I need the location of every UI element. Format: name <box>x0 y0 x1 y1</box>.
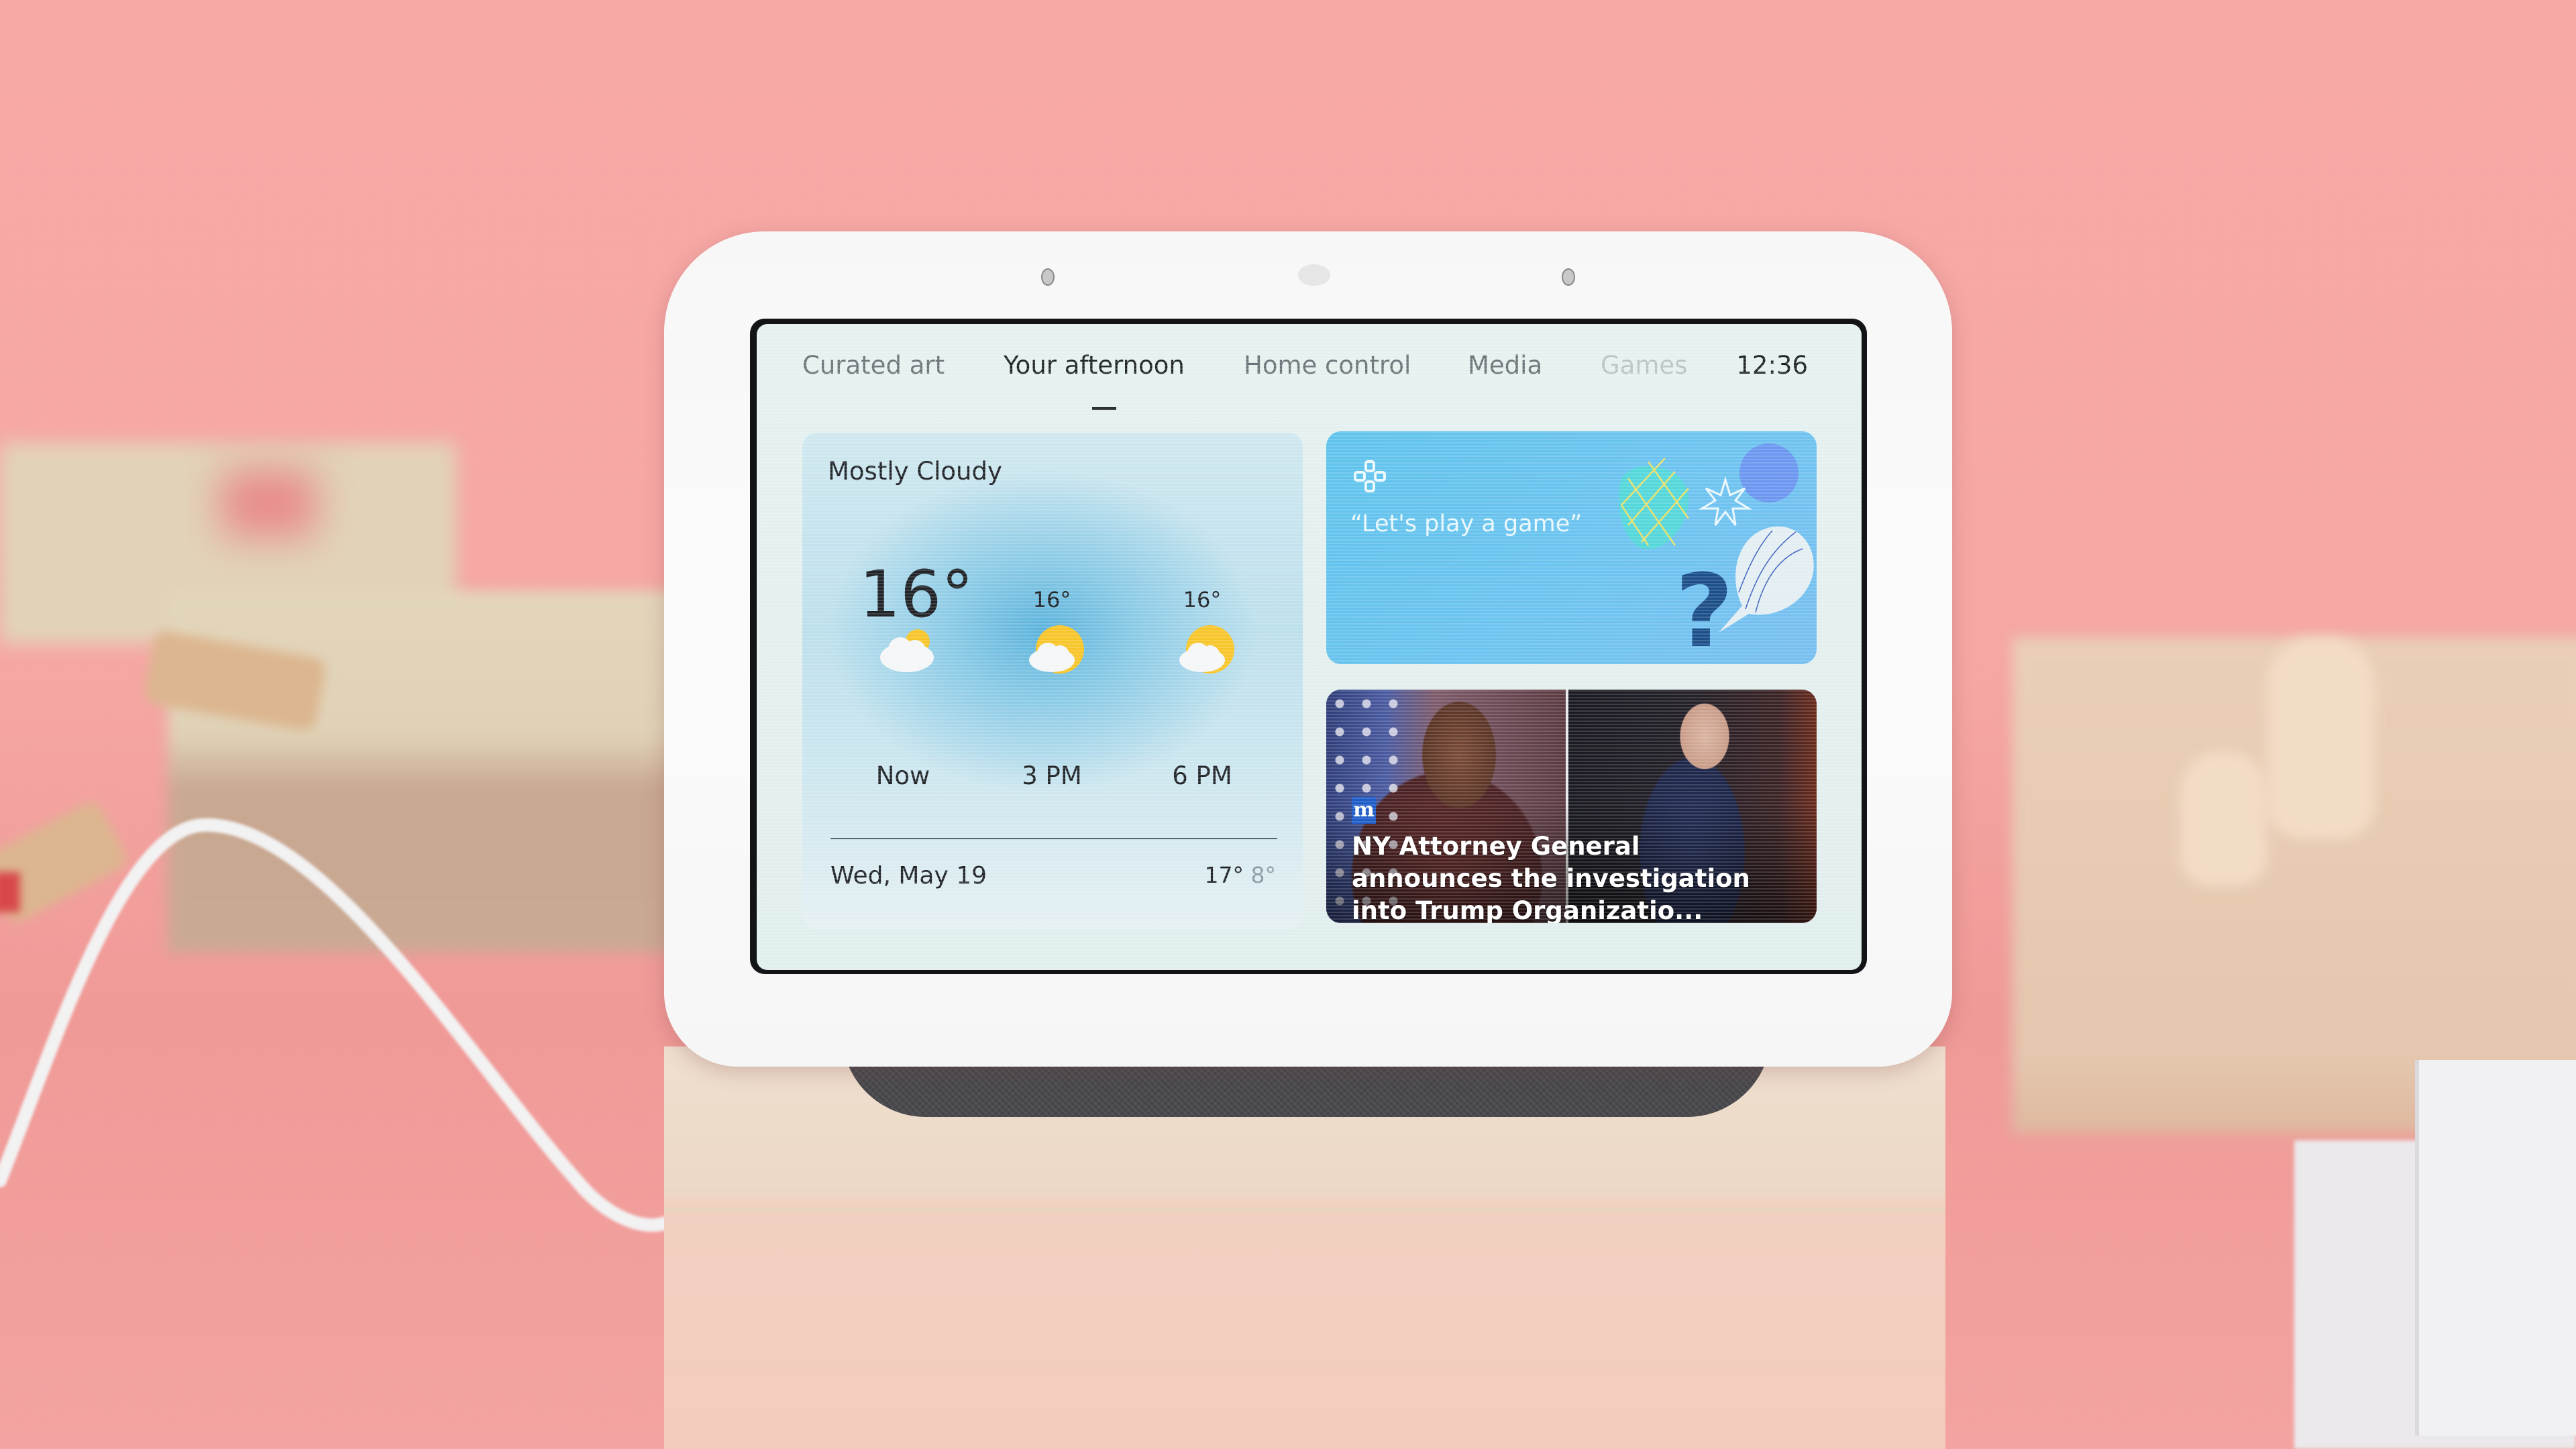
games-prompt: “Let's play a game” <box>1350 511 1582 537</box>
forecast-label: 6 PM <box>1172 761 1232 790</box>
power-cable <box>0 818 671 1232</box>
mostly-sunny-icon <box>1029 625 1084 674</box>
weather-card[interactable]: Mostly Cloudy 16° Now 16° 3 PM 16° 6 PM … <box>802 433 1303 929</box>
microphone-icon <box>1562 268 1575 286</box>
news-source-icon: m <box>1352 797 1376 824</box>
forecast-temp: 16° <box>1032 587 1071 612</box>
news-headline: NY Attorney General announces the invest… <box>1352 832 1750 923</box>
gamepad-icon <box>1354 460 1386 492</box>
svg-text:?: ? <box>1675 553 1733 664</box>
wooden-pawn <box>2180 751 2267 885</box>
forecast-label: 3 PM <box>1022 761 1082 790</box>
tab-curated-art[interactable]: Curated art <box>802 351 945 380</box>
background-shadow <box>221 470 315 537</box>
forecast-temp <box>843 587 963 614</box>
forecast-now: Now <box>843 587 963 790</box>
display-screen: Curated art Your afternoon Home control … <box>757 324 1862 970</box>
wooden-pawn <box>2267 637 2375 839</box>
games-illustration: ? <box>1619 443 1814 664</box>
weather-divider <box>830 838 1277 839</box>
tab-your-afternoon[interactable]: Your afternoon <box>1004 351 1185 380</box>
clock: 12:36 <box>1736 351 1808 380</box>
light-sensor-icon <box>1041 268 1055 286</box>
forecast-temp: 16° <box>1183 587 1222 612</box>
forecast-6pm: 16° 6 PM <box>1142 587 1263 790</box>
high-temp: 17° <box>1204 862 1244 888</box>
forecast-3pm: 16° 3 PM <box>991 587 1112 790</box>
weather-condition: Mostly Cloudy <box>828 457 1002 486</box>
tab-games[interactable]: Games <box>1601 351 1687 380</box>
mostly-sunny-icon <box>1179 625 1234 674</box>
white-box <box>2415 1060 2576 1436</box>
high-low-temp: 17° 8° <box>1205 862 1277 888</box>
tab-home-control[interactable]: Home control <box>1244 351 1411 380</box>
tab-bar: Curated art Your afternoon Home control … <box>757 351 1862 405</box>
news-card[interactable]: m NY Attorney General announces the inve… <box>1326 690 1817 923</box>
tab-media[interactable]: Media <box>1468 351 1542 380</box>
soli-sensor-icon <box>1298 264 1330 286</box>
active-tab-indicator <box>1092 407 1116 410</box>
low-temp: 8° <box>1250 862 1277 888</box>
forecast-label: Now <box>875 761 930 790</box>
games-card[interactable]: “Let's play a game” ? <box>1326 431 1817 664</box>
partly-cloudy-icon <box>880 629 934 672</box>
weather-date: Wed, May 19 <box>830 862 987 890</box>
pedestal-edge <box>664 1208 1945 1212</box>
